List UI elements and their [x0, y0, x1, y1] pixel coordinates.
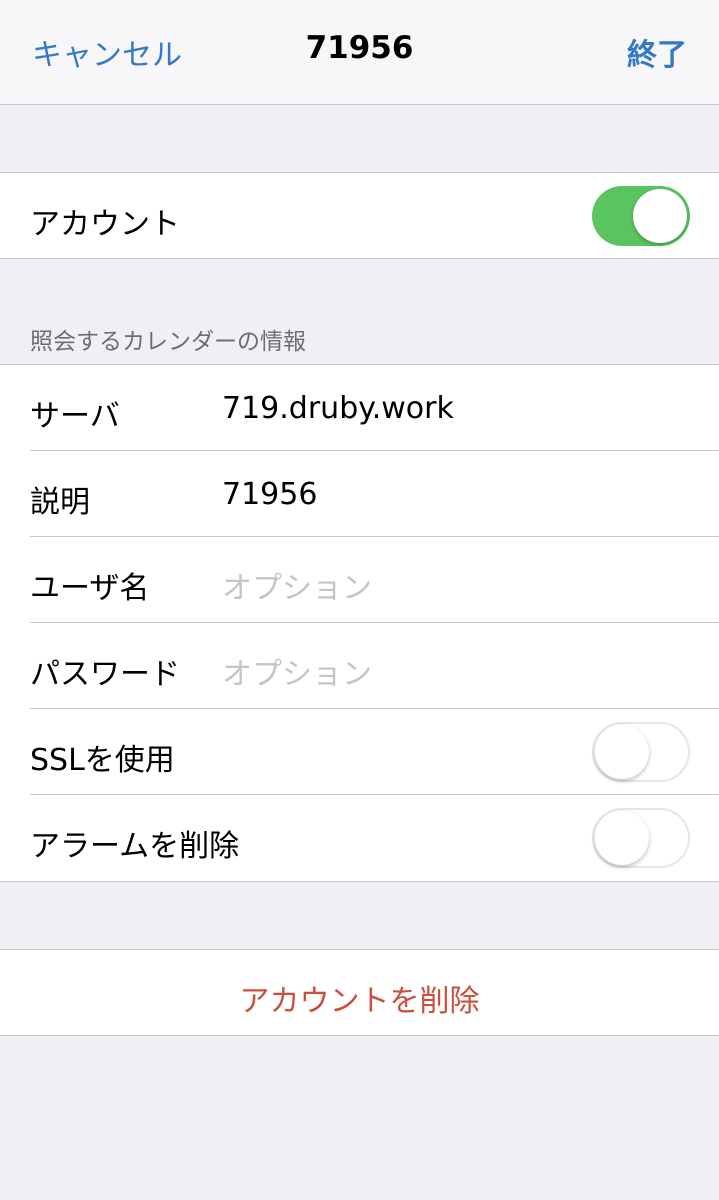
password-field[interactable]: オプション: [222, 649, 372, 693]
delete-account-group: アカウントを削除: [0, 949, 719, 1036]
navigation-bar: キャンセル 71956 終了: [0, 0, 719, 105]
description-row[interactable]: 説明 71956: [0, 451, 719, 537]
remove-alarms-label: アラームを削除: [30, 829, 240, 864]
account-row: アカウント: [0, 173, 719, 259]
description-label: 説明: [30, 485, 90, 520]
ssl-row: SSLを使用: [0, 709, 719, 795]
account-label: アカウント: [30, 207, 180, 242]
page-title: 71956: [305, 30, 414, 66]
server-field[interactable]: 719.druby.work: [222, 391, 454, 426]
toggle-knob: [633, 189, 687, 243]
ssl-toggle[interactable]: [592, 722, 690, 782]
account-group: アカウント: [0, 172, 719, 259]
delete-account-button[interactable]: アカウントを削除: [0, 976, 719, 1020]
password-row[interactable]: パスワード オプション: [0, 623, 719, 709]
delete-account-row[interactable]: アカウントを削除: [0, 950, 719, 1036]
toggle-knob: [595, 725, 649, 779]
done-button[interactable]: 終了: [627, 30, 687, 74]
account-toggle[interactable]: [592, 186, 690, 246]
ssl-label: SSLを使用: [30, 743, 175, 778]
username-row[interactable]: ユーザ名 オプション: [0, 537, 719, 623]
remove-alarms-row: アラームを削除: [0, 795, 719, 881]
server-info-group: サーバ 719.druby.work 説明 71956 ユーザ名 オプション パ…: [0, 364, 719, 882]
username-field[interactable]: オプション: [222, 563, 372, 607]
username-label: ユーザ名: [30, 571, 150, 606]
server-label: サーバ: [30, 399, 120, 434]
section-header: 照会するカレンダーの情報: [30, 329, 306, 355]
remove-alarms-toggle[interactable]: [592, 808, 690, 868]
server-row[interactable]: サーバ 719.druby.work: [0, 365, 719, 451]
description-field[interactable]: 71956: [222, 477, 317, 512]
toggle-knob: [595, 811, 649, 865]
password-label: パスワード: [30, 657, 180, 692]
